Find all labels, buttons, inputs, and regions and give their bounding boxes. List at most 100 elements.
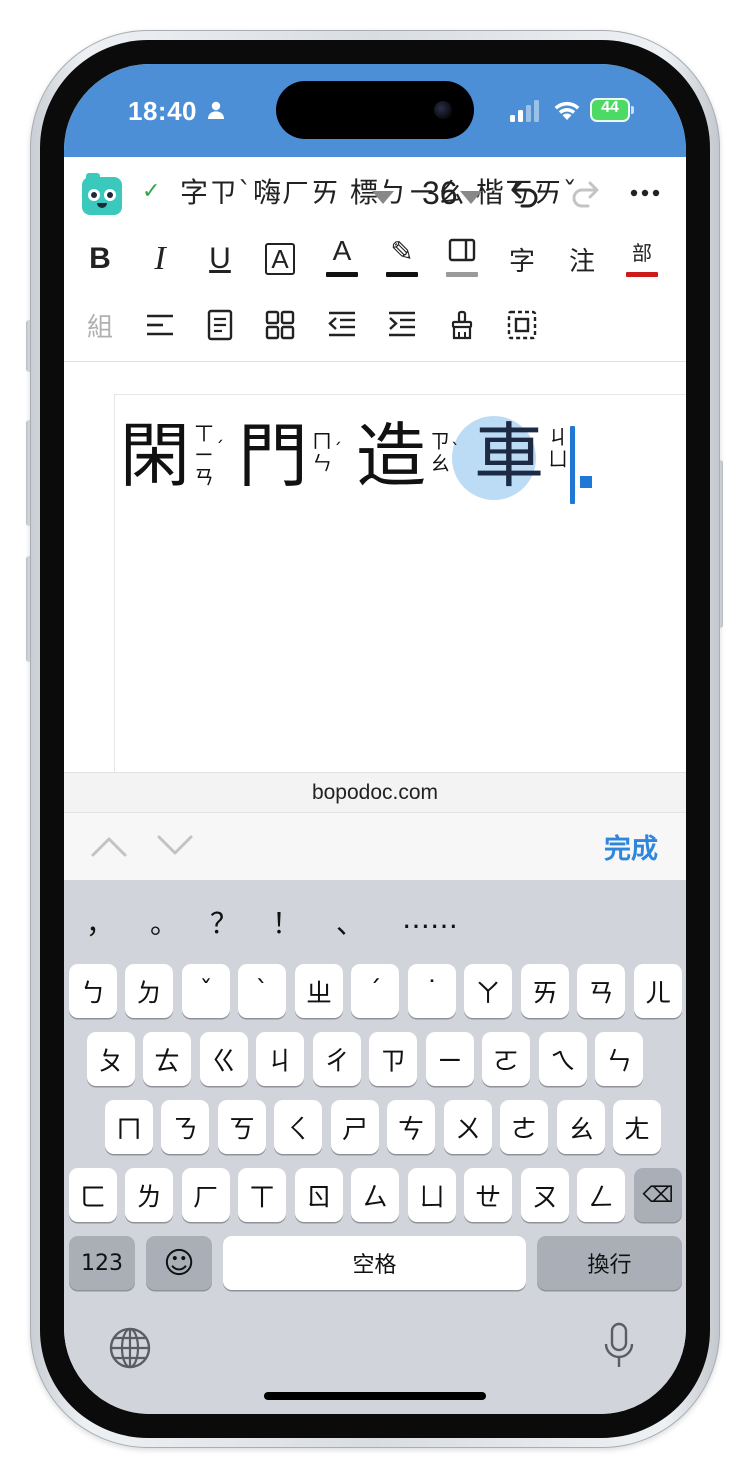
punct-key-exclamation[interactable]: ！ bbox=[272, 902, 300, 942]
key[interactable]: ㄊ bbox=[143, 1032, 191, 1086]
key[interactable]: ㄋ bbox=[161, 1100, 209, 1154]
punct-key-enum-comma[interactable]: 、 bbox=[336, 902, 364, 942]
backspace-key[interactable]: ⌫ bbox=[634, 1168, 682, 1222]
key[interactable]: ㄠ bbox=[557, 1100, 605, 1154]
key[interactable]: ㄍ bbox=[200, 1032, 248, 1086]
keyboard-accessory-bar: 完成 bbox=[64, 812, 686, 880]
key[interactable]: ㄛ bbox=[482, 1032, 530, 1086]
grid-button[interactable] bbox=[258, 303, 302, 347]
key[interactable]: ㄅ bbox=[69, 964, 117, 1018]
status-bar: 18:40 44 bbox=[64, 64, 686, 157]
key[interactable]: ˇ bbox=[182, 964, 230, 1018]
key[interactable]: ㄢ bbox=[577, 964, 625, 1018]
url-bar[interactable]: bopodoc.com bbox=[64, 772, 686, 812]
paragraph-button[interactable] bbox=[198, 303, 242, 347]
italic-button[interactable]: I bbox=[138, 237, 182, 281]
caret-handle[interactable] bbox=[580, 476, 592, 488]
key[interactable]: ㄉ bbox=[125, 964, 173, 1018]
more-icon[interactable] bbox=[630, 189, 660, 197]
punct-key-comma[interactable]: ， bbox=[86, 902, 114, 942]
key[interactable]: ㄇ bbox=[105, 1100, 153, 1154]
key[interactable]: ㄨ bbox=[444, 1100, 492, 1154]
key[interactable]: ㄎ bbox=[218, 1100, 266, 1154]
key[interactable]: ㄏ bbox=[182, 1168, 230, 1222]
key[interactable]: ㄔ bbox=[313, 1032, 361, 1086]
punct-key-period[interactable]: 。 bbox=[150, 902, 178, 942]
highlight-button[interactable]: ✎ bbox=[380, 233, 424, 277]
previous-field-chevron-up-icon[interactable] bbox=[90, 833, 128, 859]
char-4-selected: 車 bbox=[474, 415, 544, 497]
clear-format-button[interactable] bbox=[440, 303, 484, 347]
next-field-chevron-down-icon[interactable] bbox=[156, 833, 194, 859]
emoji-key[interactable]: ☺ bbox=[146, 1236, 212, 1290]
font-dropdown-icon[interactable] bbox=[372, 191, 394, 204]
select-all-button[interactable] bbox=[500, 303, 544, 347]
key[interactable]: ˋ bbox=[238, 964, 286, 1018]
punct-key-question[interactable]: ？ bbox=[210, 902, 238, 942]
key[interactable]: ㄜ bbox=[500, 1100, 548, 1154]
key[interactable]: ㄐ bbox=[256, 1032, 304, 1086]
indent-button[interactable] bbox=[380, 303, 424, 347]
saved-check-icon: ✓ bbox=[142, 179, 161, 204]
wifi-icon bbox=[554, 101, 580, 120]
key[interactable]: ㄣ bbox=[595, 1032, 643, 1086]
key[interactable]: ㄡ bbox=[521, 1168, 569, 1222]
key[interactable]: ㄝ bbox=[464, 1168, 512, 1222]
group-button[interactable]: 組 bbox=[78, 303, 122, 347]
outdent-button[interactable] bbox=[320, 303, 364, 347]
app-logo-icon[interactable] bbox=[82, 173, 122, 215]
key[interactable]: ˊ bbox=[351, 964, 399, 1018]
punct-key-ellipsis[interactable]: …… bbox=[402, 902, 458, 935]
person-icon bbox=[208, 101, 224, 119]
key[interactable]: ㄖ bbox=[295, 1168, 343, 1222]
radical-button[interactable]: 部 bbox=[620, 233, 664, 277]
globe-icon[interactable] bbox=[108, 1326, 152, 1370]
char-button[interactable]: 字 bbox=[500, 237, 544, 281]
key[interactable]: ㄑ bbox=[274, 1100, 322, 1154]
key[interactable]: ㄙ bbox=[351, 1168, 399, 1222]
key[interactable]: ㄚ bbox=[464, 964, 512, 1018]
key[interactable]: ㄌ bbox=[125, 1168, 173, 1222]
space-key[interactable]: 空格 bbox=[223, 1236, 526, 1290]
bold-button[interactable]: B bbox=[78, 237, 122, 281]
key[interactable]: ㄒ bbox=[238, 1168, 286, 1222]
done-button[interactable]: 完成 bbox=[604, 827, 658, 866]
key[interactable]: ㄞ bbox=[521, 964, 569, 1018]
key[interactable]: ㄥ bbox=[577, 1168, 625, 1222]
numbers-key[interactable]: 123 bbox=[69, 1236, 135, 1290]
outdent-icon bbox=[328, 311, 355, 337]
home-indicator[interactable] bbox=[264, 1392, 486, 1400]
key[interactable]: ㄓ bbox=[295, 964, 343, 1018]
key[interactable]: ㄕ bbox=[331, 1100, 379, 1154]
key[interactable]: ㄗ bbox=[369, 1032, 417, 1086]
text-box-button[interactable]: A bbox=[258, 237, 302, 281]
key[interactable]: ㄆ bbox=[87, 1032, 135, 1086]
key[interactable]: ㄘ bbox=[387, 1100, 435, 1154]
text-color-button[interactable]: A bbox=[320, 233, 364, 277]
emoji-icon: ☺ bbox=[163, 1245, 195, 1281]
font-size-selector[interactable]: 36 bbox=[422, 175, 458, 212]
char-2: 門 bbox=[238, 415, 308, 497]
align-left-button[interactable] bbox=[138, 303, 182, 347]
key[interactable]: ㄩ bbox=[408, 1168, 456, 1222]
key[interactable]: ㄤ bbox=[613, 1100, 661, 1154]
key[interactable]: ˙ bbox=[408, 964, 456, 1018]
undo-icon[interactable] bbox=[510, 177, 540, 209]
zhuyin-button[interactable]: 注 bbox=[560, 237, 604, 281]
document-text-line[interactable]: 閑 ㄒ ㄧ ㄢ ˊ 門 ㄇ ㄣ ˊ 造 ㄗ ㄠ ˋ 車 ㄐ ㄩ bbox=[120, 416, 582, 506]
key[interactable]: ㄟ bbox=[539, 1032, 587, 1086]
redo-icon[interactable] bbox=[570, 177, 600, 209]
microphone-icon[interactable] bbox=[602, 1322, 636, 1370]
border-button[interactable] bbox=[440, 233, 484, 277]
key[interactable]: ㄈ bbox=[69, 1168, 117, 1222]
key[interactable]: ㄧ bbox=[426, 1032, 474, 1086]
radical-color-swatch bbox=[626, 272, 658, 277]
zhuyin-1: ㄒ ㄧ ㄢ ˊ bbox=[194, 421, 224, 489]
zhuyin-4: ㄐ ㄩ bbox=[548, 425, 568, 471]
font-size-dropdown-icon[interactable] bbox=[460, 191, 482, 204]
return-key[interactable]: 換行 bbox=[537, 1236, 682, 1290]
screen: 18:40 44 ✓ 字ㄗˋ嗨ㄏㄞ 標ㄅㄧㄠ 楷ㄎㄞˇ 36 B I U A A… bbox=[64, 64, 686, 1414]
camera-icon bbox=[434, 101, 452, 119]
underline-button[interactable]: U bbox=[198, 237, 242, 281]
key[interactable]: ㄦ bbox=[634, 964, 682, 1018]
